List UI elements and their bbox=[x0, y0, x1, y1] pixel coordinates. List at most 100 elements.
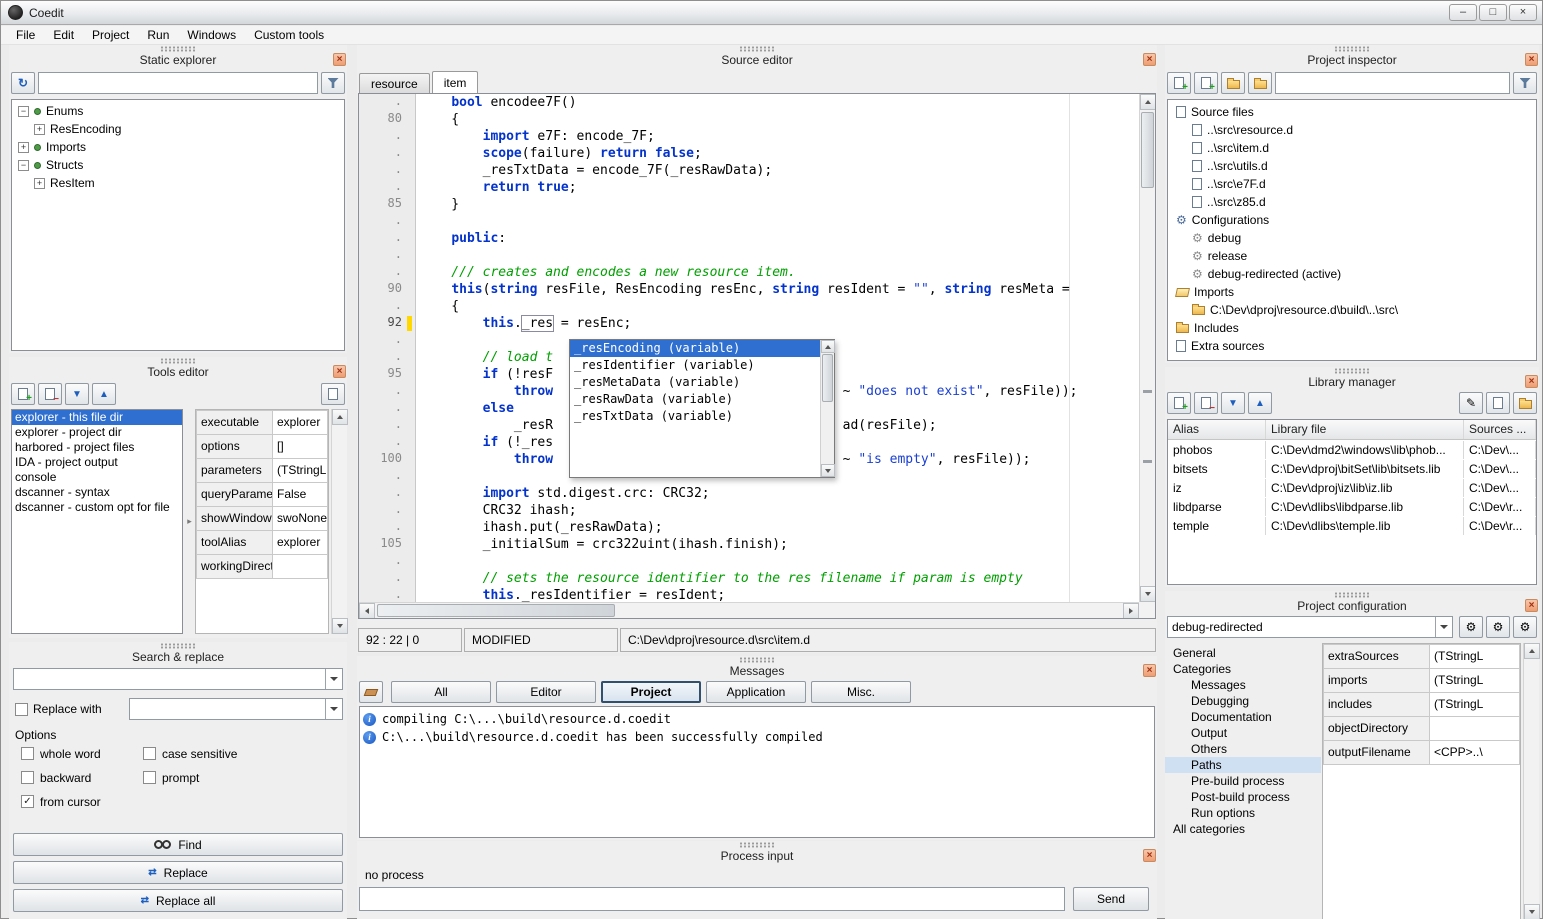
inspector-item-src-resource-d[interactable]: ..\src\resource.d bbox=[1168, 121, 1536, 139]
menu-item-edit[interactable]: Edit bbox=[44, 26, 83, 44]
checkbox-from-cursor[interactable]: ✓from cursor bbox=[21, 794, 143, 809]
send-button[interactable]: Send bbox=[1073, 887, 1149, 911]
tree-item-enums[interactable]: −Enums bbox=[12, 102, 344, 120]
inspector-filter-input[interactable] bbox=[1275, 72, 1510, 94]
remove-tool-button[interactable] bbox=[38, 383, 62, 405]
tool-list-item[interactable]: IDA - project output bbox=[12, 455, 182, 470]
category-item-output[interactable]: Output bbox=[1165, 725, 1321, 741]
column-header-alias[interactable]: Alias bbox=[1168, 420, 1266, 439]
expand-icon[interactable]: + bbox=[18, 142, 29, 153]
inspector-item-configurations[interactable]: Configurations bbox=[1168, 211, 1536, 229]
remove-library-button[interactable] bbox=[1194, 392, 1218, 414]
drag-grip[interactable] bbox=[739, 842, 775, 848]
close-panel-button[interactable]: × bbox=[1143, 664, 1156, 677]
editor-vertical-scrollbar[interactable] bbox=[1139, 94, 1155, 602]
expand-icon[interactable]: + bbox=[34, 124, 45, 135]
scrollbar-thumb[interactable] bbox=[1141, 112, 1154, 188]
clear-messages-button[interactable] bbox=[359, 681, 383, 703]
refresh-button[interactable]: ↻ bbox=[11, 72, 35, 94]
scroll-up-button[interactable] bbox=[1140, 94, 1156, 110]
inspector-item-src-utils-d[interactable]: ..\src\utils.d bbox=[1168, 157, 1536, 175]
dropdown-button[interactable] bbox=[1435, 617, 1452, 637]
scroll-down-button[interactable] bbox=[332, 618, 348, 634]
tool-list-item[interactable]: console bbox=[12, 470, 182, 485]
scroll-right-button[interactable] bbox=[1123, 603, 1139, 619]
add-config-button[interactable]: ⚙ bbox=[1459, 616, 1483, 638]
scroll-down-button[interactable] bbox=[1140, 586, 1156, 602]
drag-grip[interactable] bbox=[1334, 368, 1370, 374]
configuration-selector[interactable]: debug-redirected bbox=[1167, 616, 1453, 638]
category-item-categories[interactable]: Categories bbox=[1165, 661, 1321, 677]
scrollbar-thumb[interactable] bbox=[377, 604, 615, 617]
remove-config-button[interactable]: ⚙ bbox=[1486, 616, 1510, 638]
property-value[interactable]: [] bbox=[273, 435, 327, 458]
inspector-item-includes[interactable]: Includes bbox=[1168, 319, 1536, 337]
add-tool-button[interactable] bbox=[11, 383, 35, 405]
completion-item[interactable]: _resRawData (variable) bbox=[570, 391, 820, 408]
scroll-down-button[interactable] bbox=[821, 464, 835, 477]
replace-combobox[interactable] bbox=[129, 698, 343, 720]
checkbox-backward[interactable]: backward bbox=[21, 770, 143, 785]
dropdown-button[interactable] bbox=[325, 699, 342, 719]
inspector-item-source-files[interactable]: Source files bbox=[1168, 103, 1536, 121]
property-value[interactable]: explorer bbox=[273, 411, 327, 434]
menu-item-custom-tools[interactable]: Custom tools bbox=[245, 26, 333, 44]
editor-horizontal-scrollbar[interactable] bbox=[359, 602, 1139, 618]
maximize-button[interactable]: □ bbox=[1479, 4, 1507, 21]
collapse-icon[interactable]: − bbox=[18, 106, 29, 117]
inspector-item-imports[interactable]: Imports bbox=[1168, 283, 1536, 301]
save-project-button[interactable] bbox=[1248, 72, 1272, 94]
drag-grip[interactable] bbox=[160, 643, 196, 649]
tab-item[interactable]: item bbox=[432, 71, 479, 94]
scroll-up-button[interactable] bbox=[821, 340, 835, 353]
inspector-item-src-z85-d[interactable]: ..\src\z85.d bbox=[1168, 193, 1536, 211]
menu-item-run[interactable]: Run bbox=[138, 26, 178, 44]
close-panel-button[interactable]: × bbox=[1525, 375, 1538, 388]
process-input-field[interactable] bbox=[359, 887, 1065, 911]
drag-grip[interactable] bbox=[739, 657, 775, 663]
drag-grip[interactable] bbox=[1334, 46, 1370, 52]
category-item-paths[interactable]: Paths bbox=[1165, 757, 1321, 773]
config-scrollbar[interactable] bbox=[1523, 643, 1539, 919]
close-panel-button[interactable]: × bbox=[333, 365, 346, 378]
minimize-button[interactable]: – bbox=[1449, 4, 1477, 21]
completion-item[interactable]: _resIdentifier (variable) bbox=[570, 357, 820, 374]
tree-item-imports[interactable]: +Imports bbox=[12, 138, 344, 156]
filter-button-all[interactable]: All bbox=[391, 681, 491, 703]
tool-list-item[interactable]: explorer - project dir bbox=[12, 425, 182, 440]
column-header-library-file[interactable]: Library file bbox=[1266, 420, 1464, 439]
close-panel-button[interactable]: × bbox=[333, 53, 346, 66]
replace-all-button[interactable]: ⇄ Replace all bbox=[13, 889, 343, 912]
property-value[interactable]: (TStringL bbox=[1430, 645, 1519, 668]
tree-item-resitem[interactable]: +ResItem bbox=[12, 174, 344, 192]
property-value[interactable]: (TStringL bbox=[1430, 669, 1519, 692]
tool-list-item[interactable]: harbored - project files bbox=[12, 440, 182, 455]
filter-button-application[interactable]: Application bbox=[706, 681, 806, 703]
filter-button[interactable] bbox=[1513, 72, 1537, 94]
move-tool-up-button[interactable]: ▲ bbox=[92, 383, 116, 405]
drag-grip[interactable] bbox=[739, 46, 775, 52]
menu-item-file[interactable]: File bbox=[7, 26, 44, 44]
grid-scrollbar[interactable] bbox=[331, 409, 347, 634]
add-file-button[interactable] bbox=[1194, 72, 1218, 94]
scroll-left-button[interactable] bbox=[359, 603, 375, 619]
inspector-item-c-dev-dproj-resource-d-build-s[interactable]: C:\Dev\dproj\resource.d\build\..\src\ bbox=[1168, 301, 1536, 319]
inspector-item-src-e7f-d[interactable]: ..\src\e7F.d bbox=[1168, 175, 1536, 193]
category-item-messages[interactable]: Messages bbox=[1165, 677, 1321, 693]
scroll-up-button[interactable] bbox=[332, 409, 348, 425]
apply-tool-button[interactable] bbox=[321, 383, 345, 405]
splitter-handle[interactable]: ▸ bbox=[184, 409, 195, 634]
completion-scrollbar[interactable] bbox=[820, 340, 834, 477]
library-row[interactable]: libdparseC:\Dev\dlibs\libdparse.libC:\De… bbox=[1168, 497, 1536, 516]
clone-config-button[interactable]: ⚙ bbox=[1513, 616, 1537, 638]
completion-item[interactable]: _resEncoding (variable) bbox=[570, 340, 820, 357]
collapse-icon[interactable]: − bbox=[18, 160, 29, 171]
property-value[interactable]: (TStringL bbox=[1430, 693, 1519, 716]
checkbox-prompt[interactable]: prompt bbox=[143, 770, 339, 785]
edit-alias-button[interactable] bbox=[1486, 392, 1510, 414]
category-item-general[interactable]: General bbox=[1165, 645, 1321, 661]
property-value[interactable]: explorer bbox=[273, 531, 327, 554]
drag-grip[interactable] bbox=[160, 46, 196, 52]
completion-item[interactable]: _resMetaData (variable) bbox=[570, 374, 820, 391]
close-panel-button[interactable]: × bbox=[1525, 53, 1538, 66]
